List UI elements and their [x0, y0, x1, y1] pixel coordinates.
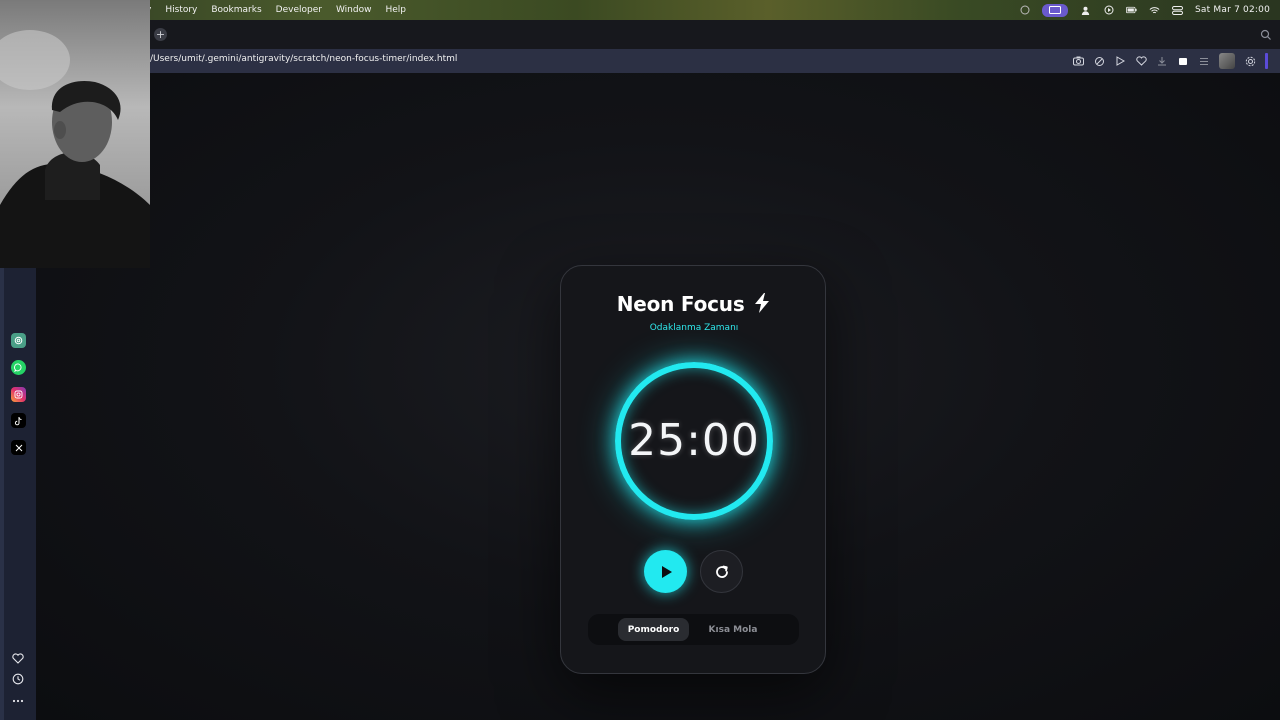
lightning-icon	[755, 293, 770, 313]
sidebar-edge	[0, 268, 4, 720]
sidebar-toggle[interactable]	[1265, 53, 1268, 69]
menu-bookmarks[interactable]: Bookmarks	[211, 5, 261, 15]
mode-switcher: Pomodoro Kısa Mola	[588, 614, 799, 645]
extensions-icon[interactable]	[1093, 55, 1105, 67]
settings-icon[interactable]	[1244, 55, 1256, 67]
status-tray: Sat Mar 7 02:00	[1019, 0, 1270, 20]
browser-sidebar	[0, 268, 36, 720]
timer-display: 25:00	[628, 415, 760, 466]
menu-help[interactable]: Help	[385, 5, 406, 15]
profile-avatar[interactable]	[1219, 53, 1235, 69]
stop-icon[interactable]	[1177, 55, 1189, 67]
url-text[interactable]: /Users/umit/.gemini/antigravity/scratch/…	[150, 54, 457, 64]
screen-share-icon[interactable]	[1042, 3, 1069, 17]
app-menus: y History Bookmarks Developer Window Hel…	[146, 0, 406, 20]
wifi-icon[interactable]	[1149, 5, 1160, 16]
camera-icon[interactable]	[1072, 55, 1084, 67]
search-tabs-icon[interactable]	[1260, 29, 1272, 41]
menu-developer[interactable]: Developer	[276, 5, 322, 15]
menu-icon[interactable]	[1198, 55, 1210, 67]
page-viewport: Neon Focus Odaklanma Zamanı 25:00 Pomodo…	[36, 73, 1280, 720]
play-button[interactable]	[644, 550, 687, 593]
control-center-icon[interactable]	[1172, 5, 1184, 16]
browser-toolbar	[1072, 53, 1268, 69]
instagram-icon[interactable]	[11, 387, 26, 402]
address-bar[interactable]: /Users/umit/.gemini/antigravity/scratch/…	[150, 49, 1280, 73]
x-icon[interactable]	[11, 440, 26, 455]
download-icon[interactable]	[1156, 55, 1168, 67]
menu-window[interactable]: Window	[336, 5, 372, 15]
user-icon[interactable]	[1080, 5, 1091, 16]
app-title-text: Neon Focus	[616, 292, 745, 316]
media-icon[interactable]	[1103, 5, 1114, 16]
menu-history[interactable]: History	[165, 5, 197, 15]
record-icon[interactable]	[1019, 5, 1030, 16]
app-title: Neon Focus	[561, 292, 827, 316]
heart-icon[interactable]	[1135, 55, 1147, 67]
play-icon	[661, 565, 672, 578]
mode-short-break[interactable]: Kısa Mola	[700, 618, 766, 641]
mode-pomodoro[interactable]: Pomodoro	[618, 618, 689, 641]
menu-clock[interactable]: Sat Mar 7 02:00	[1195, 5, 1270, 15]
timer-card: Neon Focus Odaklanma Zamanı 25:00 Pomodo…	[560, 265, 826, 674]
history-icon[interactable]	[11, 672, 25, 686]
play-icon[interactable]	[1114, 55, 1126, 67]
whatsapp-icon[interactable]	[11, 360, 26, 375]
webcam-person-silhouette	[0, 0, 150, 268]
reset-icon	[715, 565, 728, 578]
macos-menu-bar: y History Bookmarks Developer Window Hel…	[0, 0, 1280, 20]
tiktok-icon[interactable]	[11, 413, 26, 428]
heart-icon[interactable]	[11, 651, 25, 665]
session-subtitle: Odaklanma Zamanı	[649, 323, 739, 333]
reset-button[interactable]	[700, 550, 743, 593]
webcam-overlay	[0, 0, 150, 268]
battery-icon[interactable]	[1126, 5, 1137, 16]
more-icon[interactable]	[11, 694, 25, 708]
chatgpt-icon[interactable]	[11, 333, 26, 348]
new-tab-button[interactable]: +	[154, 28, 167, 41]
tab-strip: +	[150, 20, 1280, 49]
